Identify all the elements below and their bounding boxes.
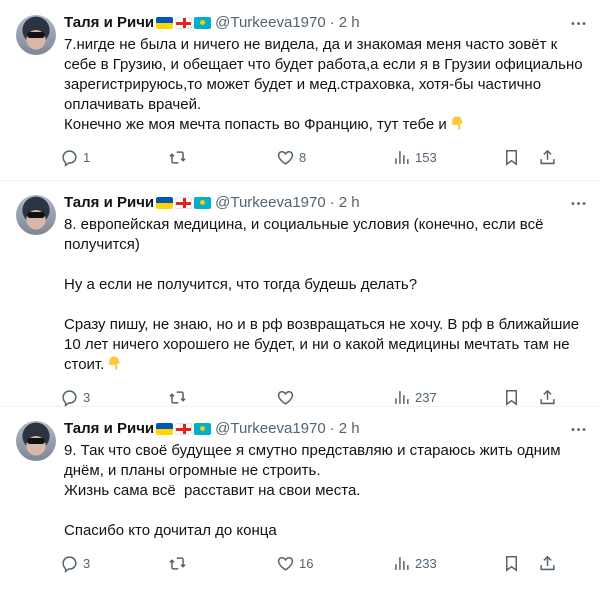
- retweet-button[interactable]: [168, 388, 276, 407]
- reply-count: 3: [83, 389, 91, 405]
- author-handle[interactable]: @Turkeeva1970: [215, 419, 326, 439]
- author-name[interactable]: Таля и Ричи: [64, 419, 154, 439]
- ukraine-flag-icon: [156, 197, 174, 209]
- tweet-text: 8. европейская медицина, и социальные ус…: [64, 215, 588, 375]
- tweet-header: Таля и Ричи @Turkeeva1970 · 2 h: [64, 13, 588, 33]
- tweet-actions: 3 16 233: [60, 553, 588, 573]
- share-button[interactable]: [538, 148, 558, 167]
- bookmark-button[interactable]: [502, 148, 538, 167]
- kazakhstan-flag-icon: [194, 17, 212, 29]
- like-button[interactable]: 8: [276, 148, 392, 167]
- timestamp[interactable]: 2 h: [339, 13, 360, 33]
- tweet-text-content: 9. Так что своё будущее я смутно предста…: [64, 442, 561, 539]
- pointing-down-emoji-icon: [451, 116, 463, 130]
- views-button[interactable]: 153: [392, 148, 502, 167]
- share-icon: [540, 389, 555, 404]
- georgia-flag-icon: [175, 197, 193, 209]
- separator-dot: ·: [329, 14, 335, 31]
- tweet[interactable]: Таля и Ричи @Turkeeva1970 · 2 h 9. Так ч…: [0, 407, 600, 593]
- separator-dot: ·: [329, 420, 335, 437]
- tweet-actions: 3 237: [60, 387, 588, 407]
- timeline-feed: Таля и Ричи @Turkeeva1970 · 2 h 7.нигде …: [0, 0, 600, 593]
- author-name[interactable]: Таля и Ричи: [64, 193, 154, 213]
- tweet-actions: 1 8 153: [60, 147, 588, 167]
- share-button[interactable]: [538, 388, 558, 407]
- more-options-icon[interactable]: [569, 14, 588, 33]
- avatar[interactable]: [16, 421, 56, 461]
- flag-emojis: [156, 423, 212, 435]
- tweet[interactable]: Таля и Ричи @Turkeeva1970 · 2 h 8. европ…: [0, 181, 600, 407]
- ukraine-flag-icon: [156, 17, 174, 29]
- retweet-icon: [169, 390, 186, 404]
- share-icon: [540, 149, 555, 164]
- analytics-icon: [395, 556, 409, 570]
- author-handle[interactable]: @Turkeeva1970: [215, 13, 326, 33]
- tweet-text-content: 7.нигде не была и ничего не видела, да и…: [64, 36, 583, 133]
- separator-dot: ·: [329, 194, 335, 211]
- share-button[interactable]: [538, 554, 558, 573]
- retweet-button[interactable]: [168, 148, 276, 167]
- author-name[interactable]: Таля и Ричи: [64, 13, 154, 33]
- flag-emojis: [156, 197, 212, 209]
- tweet-header: Таля и Ричи @Turkeeva1970 · 2 h: [64, 193, 588, 213]
- more-options-icon[interactable]: [569, 420, 588, 439]
- avatar-column: [16, 3, 56, 180]
- reply-icon: [62, 555, 77, 573]
- tweet-text: 7.нигде не была и ничего не видела, да и…: [64, 35, 588, 135]
- reply-icon: [62, 389, 77, 407]
- bookmark-icon: [505, 389, 518, 406]
- bookmark-icon: [505, 555, 518, 572]
- views-button[interactable]: 237: [392, 388, 502, 407]
- more-options-icon[interactable]: [569, 194, 588, 213]
- bookmark-icon: [505, 149, 518, 166]
- georgia-flag-icon: [175, 17, 193, 29]
- share-icon: [540, 555, 555, 570]
- heart-icon: [277, 390, 294, 405]
- ukraine-flag-icon: [156, 423, 174, 435]
- views-count: 233: [415, 555, 437, 571]
- author-handle[interactable]: @Turkeeva1970: [215, 193, 326, 213]
- views-count: 237: [415, 389, 437, 405]
- flag-emojis: [156, 17, 212, 29]
- retweet-icon: [169, 150, 186, 164]
- reply-icon: [62, 149, 77, 167]
- pointing-down-emoji-icon: [109, 356, 120, 370]
- like-button[interactable]: 16: [276, 554, 392, 573]
- reply-button[interactable]: 1: [60, 148, 168, 167]
- reply-count: 1: [83, 149, 91, 165]
- views-count: 153: [415, 149, 437, 165]
- like-count: 8: [299, 149, 307, 165]
- timestamp[interactable]: 2 h: [339, 419, 360, 439]
- views-button[interactable]: 233: [392, 554, 502, 573]
- tweet-content: Таля и Ричи @Turkeeva1970 · 2 h 7.нигде …: [62, 3, 588, 180]
- bookmark-button[interactable]: [502, 388, 538, 407]
- kazakhstan-flag-icon: [194, 197, 212, 209]
- timestamp[interactable]: 2 h: [339, 193, 360, 213]
- retweet-icon: [169, 556, 186, 570]
- analytics-icon: [395, 390, 409, 404]
- like-count: 16: [299, 555, 314, 571]
- avatar-column: [16, 183, 56, 406]
- bookmark-button[interactable]: [502, 554, 538, 573]
- heart-icon: [277, 556, 294, 571]
- tweet-text: 9. Так что своё будущее я смутно предста…: [64, 441, 588, 541]
- tweet-content: Таля и Ричи @Turkeeva1970 · 2 h 8. европ…: [62, 183, 588, 407]
- avatar-column: [16, 409, 56, 593]
- analytics-icon: [395, 150, 409, 164]
- reply-button[interactable]: 3: [60, 388, 168, 407]
- avatar[interactable]: [16, 195, 56, 235]
- reply-button[interactable]: 3: [60, 554, 168, 573]
- georgia-flag-icon: [175, 423, 193, 435]
- avatar[interactable]: [16, 15, 56, 55]
- kazakhstan-flag-icon: [194, 423, 212, 435]
- retweet-button[interactable]: [168, 554, 276, 573]
- reply-count: 3: [83, 555, 91, 571]
- tweet-header: Таля и Ричи @Turkeeva1970 · 2 h: [64, 419, 588, 439]
- tweet[interactable]: Таля и Ричи @Turkeeva1970 · 2 h 7.нигде …: [0, 0, 600, 181]
- like-button[interactable]: [276, 388, 392, 407]
- tweet-text-content: 8. европейская медицина, и социальные ус…: [64, 216, 580, 373]
- tweet-content: Таля и Ричи @Turkeeva1970 · 2 h 9. Так ч…: [62, 409, 588, 593]
- heart-icon: [277, 150, 294, 165]
